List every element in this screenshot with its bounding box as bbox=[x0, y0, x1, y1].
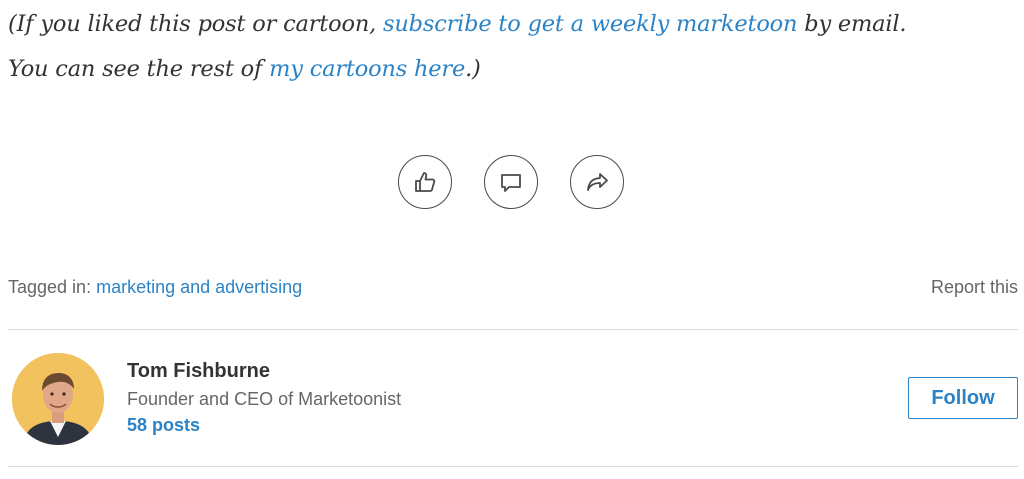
thumbs-up-icon bbox=[415, 172, 436, 192]
post-text-line1-end: by email. bbox=[797, 11, 907, 37]
cartoons-link[interactable]: my cartoons here bbox=[269, 56, 465, 82]
avatar[interactable] bbox=[12, 353, 104, 445]
post-closing-text: (If you liked this post or cartoon, subs… bbox=[8, 2, 1018, 92]
author-headline: Founder and CEO of Marketoonist bbox=[127, 389, 402, 409]
comment-button[interactable] bbox=[484, 155, 538, 209]
divider bbox=[8, 466, 1018, 467]
post-text-line2-end: .) bbox=[465, 56, 481, 82]
subscribe-link[interactable]: subscribe to get a weekly marketoon bbox=[383, 11, 797, 37]
author-photo-icon bbox=[12, 353, 104, 445]
share-icon bbox=[587, 173, 608, 191]
post-actions bbox=[398, 155, 624, 209]
report-link[interactable]: Report this bbox=[931, 277, 1018, 298]
share-button[interactable] bbox=[570, 155, 624, 209]
divider bbox=[8, 329, 1018, 330]
post-text-line1-start: (If you liked this post or cartoon, bbox=[8, 11, 384, 37]
post-text-line2-start: You can see the rest of bbox=[8, 56, 270, 82]
follow-button[interactable]: Follow bbox=[908, 377, 1018, 419]
author-posts-link[interactable]: 58 posts bbox=[127, 415, 200, 436]
author-name[interactable]: Tom Fishburne bbox=[127, 360, 270, 383]
tags-line: Tagged in: marketing and advertising bbox=[8, 277, 302, 298]
tags-prefix: Tagged in: bbox=[8, 277, 97, 297]
tag-link-marketing[interactable]: marketing and advertising bbox=[96, 277, 302, 297]
comment-icon bbox=[501, 174, 521, 192]
like-button[interactable] bbox=[398, 155, 452, 209]
